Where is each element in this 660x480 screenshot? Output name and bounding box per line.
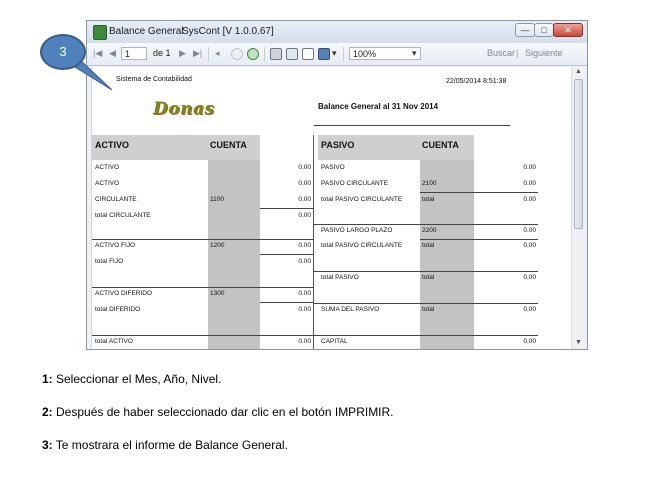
instruction-number: 1: [42,372,53,386]
instruction-1: 1: Seleccionar el Mes, Año, Nivel. [42,372,221,386]
instruction-3: 3: Te mostrara el informe de Balance Gen… [42,438,288,452]
instruction-text: Seleccionar el Mes, Año, Nivel. [52,372,222,386]
instruction-text: Después de haber seleccionado dar clic e… [52,405,394,419]
instruction-text: Te mostrara el informe de Balance Genera… [52,438,288,452]
step-callout: 3 [40,34,86,70]
instruction-number: 2: [42,405,53,419]
instruction-number: 3: [42,438,53,452]
instruction-2: 2: Después de haber seleccionado dar cli… [42,405,394,419]
